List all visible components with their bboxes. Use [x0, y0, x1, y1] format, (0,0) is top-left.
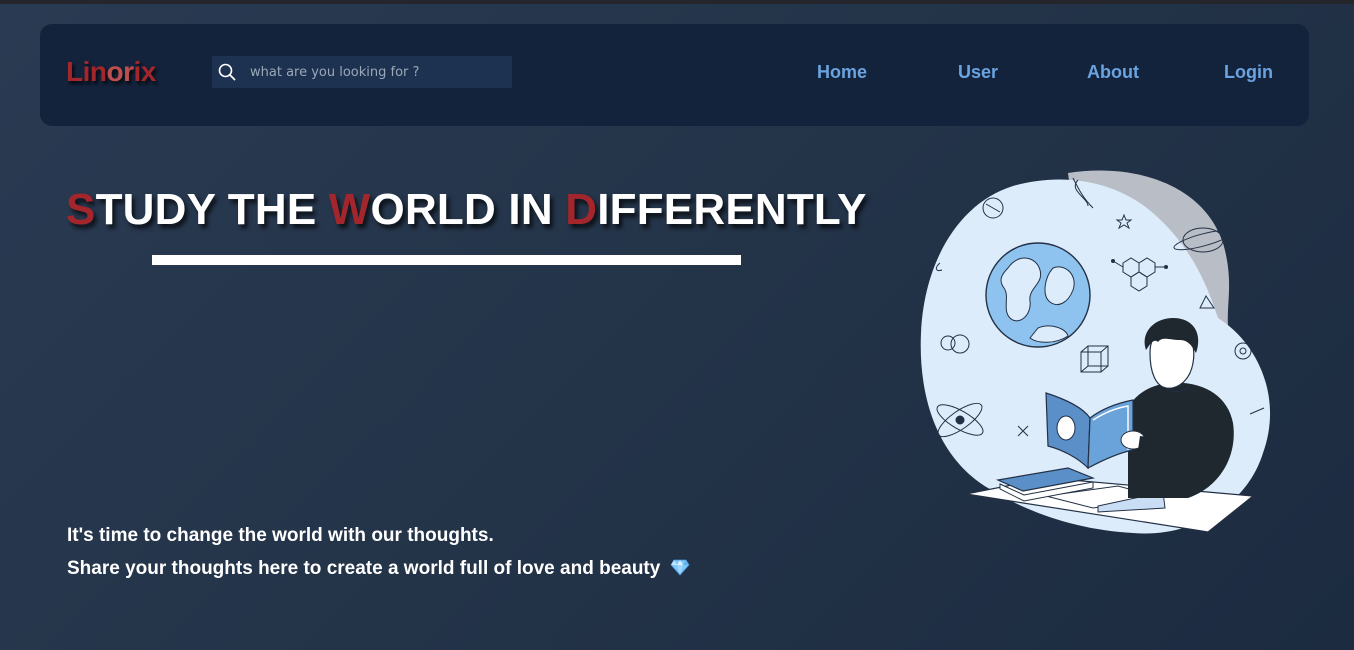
navbar: Linorix Home User About Login: [40, 24, 1309, 126]
search-input[interactable]: [250, 56, 505, 88]
logo-part-3: ix: [133, 56, 157, 87]
search-icon[interactable]: [218, 63, 236, 81]
hero-description-line-2: Share your thoughts here to create a wor…: [67, 557, 690, 580]
headline-text-1: TUDY THE: [95, 185, 329, 234]
nav-link-login[interactable]: Login: [1224, 62, 1273, 83]
search-box: [212, 56, 512, 88]
headline-initial-w: W: [328, 185, 371, 234]
nav-link-home[interactable]: Home: [817, 62, 867, 83]
hero-description-line-1: It's time to change the world with our t…: [67, 525, 494, 546]
window-top-border: [0, 0, 1354, 4]
logo-part-2: or: [106, 56, 135, 87]
logo-part-1: Lin: [66, 56, 107, 87]
logo[interactable]: Linorix: [66, 56, 156, 88]
headline-text-3: IFFERENTLY: [597, 185, 867, 234]
headline-underline: [152, 255, 741, 265]
hero-headline: STUDY THE WORLD IN DIFFERENTLY: [66, 185, 867, 235]
headline-initial-s: S: [66, 185, 96, 234]
gem-icon: [670, 559, 690, 576]
headline-text-2: ORLD IN: [370, 185, 566, 234]
hero-description-line-2-text: Share your thoughts here to create a wor…: [67, 558, 661, 579]
nav-link-user[interactable]: User: [958, 62, 998, 83]
headline-initial-d: D: [565, 185, 598, 234]
nav-link-about[interactable]: About: [1087, 62, 1139, 83]
hero-illustration-student-reading: [920, 170, 1271, 534]
